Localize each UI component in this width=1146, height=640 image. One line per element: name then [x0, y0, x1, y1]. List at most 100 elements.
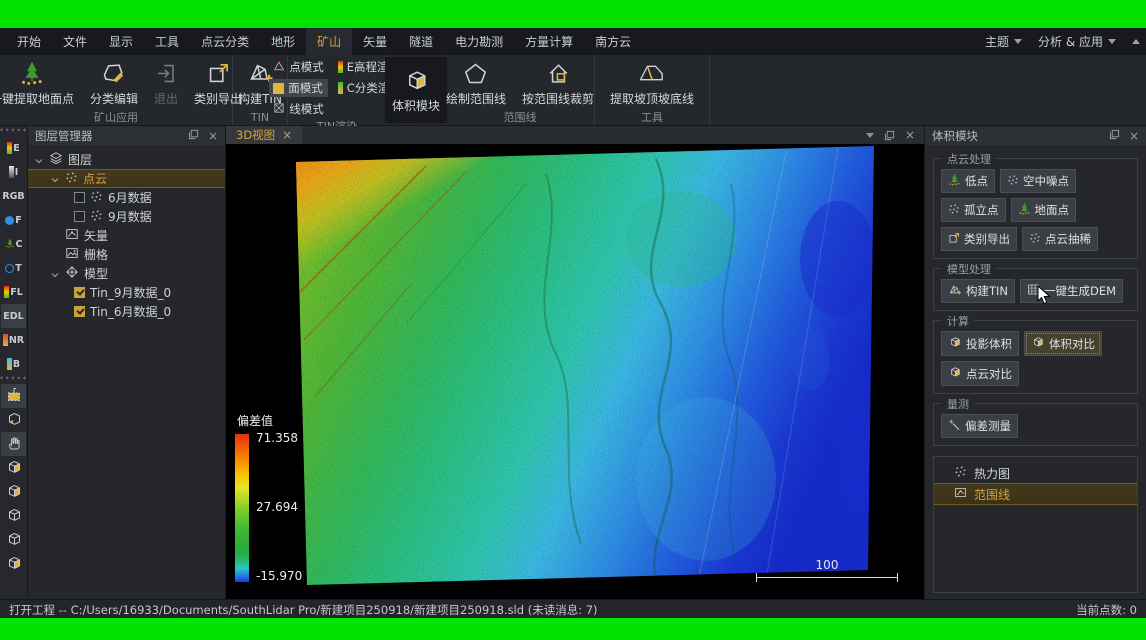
menu-item-terrain[interactable]: 地形	[260, 28, 306, 55]
button-label: 投影体积	[966, 336, 1012, 352]
tree-node-layers[interactable]: 图层	[28, 150, 225, 169]
classify-edit-button[interactable]: 分类编辑	[83, 57, 145, 109]
tool-time-render[interactable]: T	[1, 256, 26, 280]
tool-fl-render[interactable]: FL	[1, 280, 26, 304]
ribbon-group-tools: 提取坡顶坡底线 工具	[595, 55, 710, 125]
float-panel-icon[interactable]	[188, 129, 199, 143]
tool-blend-render[interactable]: B	[1, 352, 26, 376]
legend-max-value: 71.358	[256, 431, 302, 445]
tree-node-june-data[interactable]: 6月数据	[28, 188, 225, 207]
tool-edl-render[interactable]: EDL	[1, 304, 26, 328]
menu-item-pointcloud-classify[interactable]: 点云分类	[190, 28, 260, 55]
tool-cube-view-4[interactable]	[1, 528, 26, 552]
close-tab-icon[interactable]: ×	[282, 130, 292, 140]
button-label: 地面点	[1035, 202, 1070, 218]
menu-item-power-survey[interactable]: 电力勘测	[444, 28, 514, 55]
tool-cube-view-3[interactable]	[1, 504, 26, 528]
boundary-icon	[954, 486, 967, 502]
point-mode-button[interactable]: 点模式	[269, 58, 328, 76]
close-panel-icon[interactable]: ×	[208, 131, 218, 141]
tab-list-icon[interactable]	[866, 133, 874, 138]
tool-cube-view-2[interactable]	[1, 480, 26, 504]
tree-node-tin-june[interactable]: Tin_6月数据_0	[28, 302, 225, 321]
layer-panel-header: 图层管理器 ×	[28, 126, 225, 145]
tool-box-select[interactable]	[1, 384, 26, 408]
status-bar: 打开工程 -- C:/Users/16933/Documents/SouthLi…	[0, 599, 1146, 620]
thin-pointcloud-button[interactable]: 点云抽稀	[1022, 227, 1098, 251]
volume-compare-button[interactable]: 体积对比	[1024, 331, 1102, 356]
tool-pan[interactable]	[1, 432, 26, 456]
layers-icon	[49, 151, 63, 168]
menu-item-display[interactable]: 显示	[98, 28, 144, 55]
cube-icon	[948, 335, 962, 352]
volume-module-button[interactable]: 体积模块	[385, 57, 447, 123]
tab-bar-controls: ×	[866, 126, 924, 144]
tool-intensity-render[interactable]: I	[1, 160, 26, 184]
ribbon-group-label: 工具	[595, 111, 709, 125]
checkbox-checked[interactable]	[74, 287, 85, 298]
result-layer-list: 热力图 范围线	[933, 456, 1138, 593]
line-mode-button[interactable]: 线模式	[269, 100, 328, 118]
menu-item-tools[interactable]: 工具	[144, 28, 190, 55]
build-tin-button[interactable]: 构建TIN	[941, 279, 1015, 303]
air-noise-button[interactable]: 空中噪点	[1000, 169, 1076, 193]
clip-by-boundary-button[interactable]: 按范围线裁剪	[515, 57, 601, 109]
collapse-ribbon-icon[interactable]	[1132, 39, 1140, 44]
tree-node-raster[interactable]: 栅格	[28, 245, 225, 264]
analysis-app-dropdown[interactable]: 分析 & 应用	[1038, 33, 1116, 50]
group-label: 模型处理	[942, 261, 996, 277]
float-view-icon[interactable]	[884, 126, 895, 145]
cube-dot-icon	[5, 410, 23, 431]
ground-points-button[interactable]: 地面点	[1011, 198, 1077, 222]
float-panel-icon[interactable]	[1109, 129, 1120, 143]
list-item-heatmap[interactable]: 热力图	[934, 463, 1137, 483]
tool-elevation-render[interactable]: E	[1, 136, 26, 160]
menu-item-vector[interactable]: 矢量	[352, 28, 398, 55]
checkbox-unchecked[interactable]	[74, 192, 85, 203]
export-icon	[948, 232, 960, 247]
class-export-button[interactable]: 类别导出	[941, 227, 1017, 251]
isolated-points-button[interactable]: 孤立点	[941, 198, 1006, 222]
extract-slope-lines-button[interactable]: 提取坡顶坡底线	[603, 57, 701, 109]
draw-boundary-button[interactable]: 绘制范围线	[439, 57, 513, 109]
tool-class-render[interactable]: C	[1, 232, 26, 256]
tool-flight-render[interactable]: F	[1, 208, 26, 232]
tool-cube-select[interactable]	[1, 408, 26, 432]
tree-node-sept-data[interactable]: 9月数据	[28, 207, 225, 226]
projection-volume-button[interactable]: 投影体积	[941, 331, 1019, 356]
3d-viewport[interactable]: 偏差值 71.358 27.694 -15.970 100	[226, 144, 924, 599]
deviation-measure-button[interactable]: 偏差测量	[941, 414, 1018, 438]
close-view-icon[interactable]: ×	[905, 130, 915, 140]
extract-ground-button[interactable]: 一键提取地面点	[0, 57, 81, 109]
low-points-button[interactable]: 低点	[941, 169, 995, 193]
tool-rgb-render[interactable]: RGB	[1, 184, 26, 208]
tree-node-vector[interactable]: 矢量	[28, 226, 225, 245]
checkbox-checked[interactable]	[74, 306, 85, 317]
menu-item-file[interactable]: 文件	[52, 28, 98, 55]
pointcloud-compare-button[interactable]: 点云对比	[941, 361, 1019, 386]
theme-dropdown[interactable]: 主题	[985, 33, 1022, 50]
menu-item-mine[interactable]: 矿山	[306, 28, 352, 55]
tree-node-pointcloud[interactable]: 点云	[28, 169, 225, 188]
list-item-boundary[interactable]: 范围线	[934, 483, 1137, 505]
checkbox-unchecked[interactable]	[74, 211, 85, 222]
button-label: 一键提取地面点	[0, 90, 74, 107]
tool-nr-render[interactable]: NR	[1, 328, 26, 352]
tool-cube-view-5[interactable]	[1, 552, 26, 576]
dots-icon	[1007, 174, 1019, 189]
legend-mid-value: 27.694	[256, 500, 302, 514]
close-panel-icon[interactable]: ×	[1129, 131, 1139, 141]
menu-item-south-cloud[interactable]: 南方云	[584, 28, 642, 55]
ribbon-group-mine-app: 一键提取地面点 分类编辑 退出 类别导出 矿山应用	[0, 55, 233, 125]
volume-panel-header: 体积模块 ×	[925, 126, 1146, 145]
menu-item-tunnel[interactable]: 隧道	[398, 28, 444, 55]
menu-item-volume-calc[interactable]: 方量计算	[514, 28, 584, 55]
tool-glyph: I	[15, 167, 19, 178]
tree-node-model[interactable]: 模型	[28, 264, 225, 283]
button-label: 一键生成DEM	[1044, 283, 1116, 299]
face-mode-button[interactable]: 面模式	[269, 79, 328, 97]
menu-item-start[interactable]: 开始	[6, 28, 52, 55]
tree-node-tin-sept[interactable]: Tin_9月数据_0	[28, 283, 225, 302]
tab-3d-view[interactable]: 3D视图 ×	[226, 126, 302, 144]
tool-cube-view-1[interactable]	[1, 456, 26, 480]
